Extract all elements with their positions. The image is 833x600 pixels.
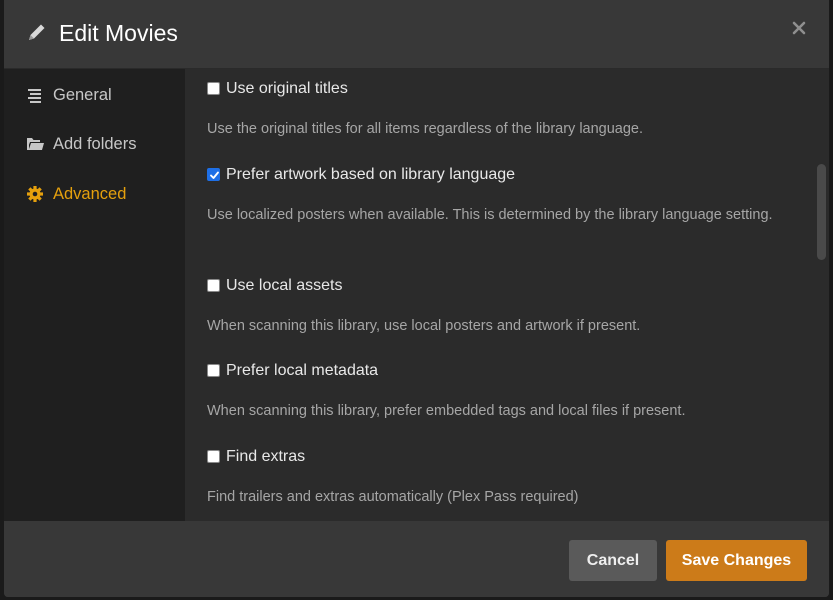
save-changes-button[interactable]: Save Changes <box>666 540 807 581</box>
edit-library-dialog: Edit Movies General Add folders Advanced… <box>4 0 829 597</box>
sidebar-item-label: General <box>53 86 112 104</box>
prefer-artwork-checkbox[interactable] <box>207 168 220 181</box>
setting-use-local-assets: Use local assets When scanning this libr… <box>207 276 787 339</box>
close-icon[interactable] <box>791 20 807 36</box>
setting-description: When scanning this library, prefer embed… <box>207 403 686 419</box>
setting-row[interactable]: Prefer local metadata <box>207 361 787 383</box>
find-extras-checkbox[interactable] <box>207 450 220 463</box>
setting-label: Find extras <box>226 448 306 465</box>
gear-icon <box>26 185 45 203</box>
setting-row[interactable]: Find extras <box>207 447 787 469</box>
use-local-assets-checkbox[interactable] <box>207 279 220 292</box>
advanced-settings-panel: Use original titles Use the original tit… <box>185 69 829 521</box>
folder-icon <box>26 135 45 153</box>
prefer-local-metadata-checkbox[interactable] <box>207 364 220 377</box>
setting-description: Find trailers and extras automatically (… <box>207 489 579 505</box>
setting-description: When scanning this library, use local po… <box>207 318 641 334</box>
setting-row[interactable]: Prefer artwork based on library language <box>207 165 787 187</box>
setting-label: Use local assets <box>226 277 343 294</box>
pencil-icon <box>26 21 48 43</box>
setting-row[interactable]: Use local assets <box>207 276 787 298</box>
dialog-title: Edit Movies <box>59 20 178 46</box>
setting-label: Prefer artwork based on library language <box>226 166 516 183</box>
setting-label: Prefer local metadata <box>226 362 379 379</box>
sidebar-item-general[interactable]: General <box>4 75 185 115</box>
sidebar-item-label: Add folders <box>53 135 137 153</box>
align-lines-icon <box>26 86 45 104</box>
setting-label: Use original titles <box>226 80 348 97</box>
sidebar-item-add-folders[interactable]: Add folders <box>4 124 185 164</box>
setting-row[interactable]: Use original titles <box>207 79 787 101</box>
setting-use-original-titles: Use original titles Use the original tit… <box>207 79 787 142</box>
sidebar-item-advanced[interactable]: Advanced <box>4 174 185 214</box>
dialog-header: Edit Movies <box>4 0 829 69</box>
setting-prefer-local-metadata: Prefer local metadata When scanning this… <box>207 361 787 424</box>
setting-prefer-artwork-library-language: Prefer artwork based on library language… <box>207 165 787 228</box>
sidebar: General Add folders Advanced <box>4 69 185 521</box>
sidebar-item-label: Advanced <box>53 185 127 203</box>
setting-description: Use the original titles for all items re… <box>207 121 644 137</box>
cancel-button[interactable]: Cancel <box>569 540 657 581</box>
setting-description: Use localized posters when available. Th… <box>207 207 773 223</box>
setting-find-extras: Find extras Find trailers and extras aut… <box>207 447 787 510</box>
dialog-footer: Cancel Save Changes <box>4 521 829 597</box>
scrollbar-thumb[interactable] <box>817 164 826 260</box>
use-original-titles-checkbox[interactable] <box>207 82 220 95</box>
